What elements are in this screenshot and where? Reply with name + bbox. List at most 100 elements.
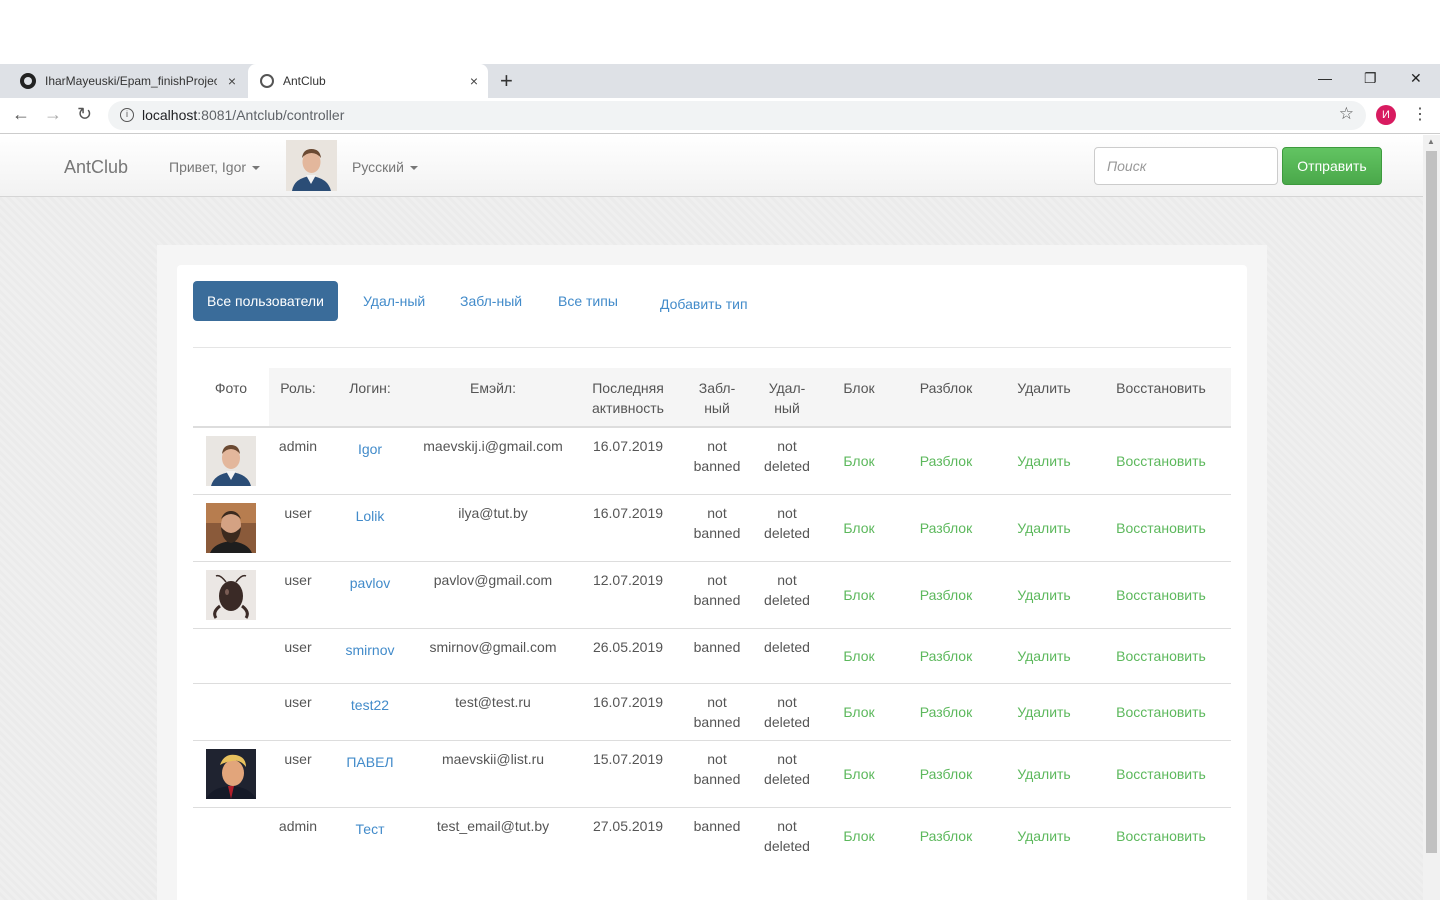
browser-tab-strip: IharMayeuski/Epam_finishProject × AntClu… xyxy=(0,64,1440,98)
login-link[interactable]: ПАВЕЛ xyxy=(327,740,413,808)
email-cell: ilya@tut.by xyxy=(413,494,573,562)
close-window-icon[interactable]: ✕ xyxy=(1410,70,1422,87)
role-cell: admin xyxy=(269,426,327,495)
tab-deleted[interactable]: Удал-ный xyxy=(363,281,425,321)
page-body: AntClub Привет, Igor Русский Отправить В… xyxy=(0,135,1423,900)
table-row: user Lolik ilya@tut.by 16.07.2019 not ba… xyxy=(193,494,1231,562)
search-input[interactable] xyxy=(1094,147,1278,185)
user-photo xyxy=(206,749,256,799)
deleted-status: not deleted xyxy=(751,807,823,865)
scrollbar-thumb[interactable] xyxy=(1426,151,1437,853)
url-field[interactable]: i localhost:8081/Antclub/controller ☆ xyxy=(108,101,1366,130)
restore-link[interactable]: Восстановить xyxy=(1091,628,1231,684)
block-link[interactable]: Блок xyxy=(823,807,895,865)
tab-all-types[interactable]: Все типы xyxy=(558,281,618,321)
block-link[interactable]: Блок xyxy=(823,561,895,629)
banned-status: banned xyxy=(683,628,751,684)
tab-add-type[interactable]: Добавить тип xyxy=(660,284,748,324)
restore-link[interactable]: Восстановить xyxy=(1091,683,1231,741)
browser-menu-icon[interactable]: ⋮ xyxy=(1412,104,1428,124)
tab-title: AntClub xyxy=(283,74,326,88)
deleted-status: not deleted xyxy=(751,740,823,808)
site-navbar: AntClub Привет, Igor Русский Отправить xyxy=(0,135,1423,197)
banned-status: not banned xyxy=(683,494,751,562)
login-link[interactable]: test22 xyxy=(327,683,413,741)
block-link[interactable]: Блок xyxy=(823,683,895,741)
restore-link[interactable]: Восстановить xyxy=(1091,426,1231,495)
login-link[interactable]: Igor xyxy=(327,426,413,495)
restore-link[interactable]: Восстановить xyxy=(1091,494,1231,562)
email-cell: maevskij.i@gmail.com xyxy=(413,426,573,495)
banned-status: not banned xyxy=(683,561,751,629)
block-link[interactable]: Блок xyxy=(823,628,895,684)
tab-blocked[interactable]: Забл-ный xyxy=(460,281,522,321)
forward-arrow-icon[interactable]: → xyxy=(44,104,62,125)
table-row: user test22 test@test.ru 16.07.2019 not … xyxy=(193,683,1231,741)
photo-cell xyxy=(193,740,269,808)
minimize-icon[interactable]: — xyxy=(1318,70,1332,86)
url-text: localhost:8081/Antclub/controller xyxy=(142,107,345,123)
unblock-link[interactable]: Разблок xyxy=(895,561,997,629)
language-dropdown[interactable]: Русский xyxy=(352,159,418,175)
restore-link[interactable]: Восстановить xyxy=(1091,740,1231,808)
header-blocked: Забл- ный xyxy=(683,368,751,428)
login-link[interactable]: smirnov xyxy=(327,628,413,684)
caret-down-icon xyxy=(409,166,418,171)
role-cell: user xyxy=(269,683,327,741)
reload-icon[interactable]: ↻ xyxy=(77,104,92,125)
remove-link[interactable]: Удалить xyxy=(997,683,1091,741)
unblock-link[interactable]: Разблок xyxy=(895,628,997,684)
unblock-link[interactable]: Разблок xyxy=(895,683,997,741)
restore-link[interactable]: Восстановить xyxy=(1091,561,1231,629)
scroll-up-icon[interactable]: ▲ xyxy=(1427,137,1435,146)
block-link[interactable]: Блок xyxy=(823,494,895,562)
restore-link[interactable]: Восстановить xyxy=(1091,807,1231,865)
unblock-link[interactable]: Разблок xyxy=(895,740,997,808)
back-arrow-icon[interactable]: ← xyxy=(12,104,30,125)
send-button[interactable]: Отправить xyxy=(1282,147,1382,185)
login-link[interactable]: pavlov xyxy=(327,561,413,629)
deleted-status: not deleted xyxy=(751,561,823,629)
header-photo: Фото xyxy=(193,368,269,428)
restore-icon[interactable]: ❐ xyxy=(1364,70,1377,87)
close-tab-icon[interactable]: × xyxy=(228,73,236,89)
github-icon xyxy=(20,73,36,89)
remove-link[interactable]: Удалить xyxy=(997,740,1091,808)
close-tab-icon[interactable]: × xyxy=(470,73,478,89)
user-avatar xyxy=(286,140,337,191)
unblock-link[interactable]: Разблок xyxy=(895,494,997,562)
header-deleted: Удал- ный xyxy=(751,368,823,428)
header-remove: Удалить xyxy=(997,368,1091,428)
divider xyxy=(193,347,1231,348)
login-link[interactable]: Тест xyxy=(327,807,413,865)
block-link[interactable]: Блок xyxy=(823,740,895,808)
unblock-link[interactable]: Разблок xyxy=(895,426,997,495)
header-restore: Восстановить xyxy=(1091,368,1231,428)
block-link[interactable]: Блок xyxy=(823,426,895,495)
header-block: Блок xyxy=(823,368,895,428)
header-unblock: Разблок xyxy=(895,368,997,428)
remove-link[interactable]: Удалить xyxy=(997,494,1091,562)
bookmark-star-icon[interactable]: ☆ xyxy=(1339,104,1354,124)
user-photo xyxy=(206,503,256,553)
remove-link[interactable]: Удалить xyxy=(997,426,1091,495)
remove-link[interactable]: Удалить xyxy=(997,807,1091,865)
profile-avatar[interactable]: И xyxy=(1376,105,1396,125)
remove-link[interactable]: Удалить xyxy=(997,628,1091,684)
photo-cell xyxy=(193,807,269,865)
date-cell: 15.07.2019 xyxy=(573,740,683,808)
browser-tab-github[interactable]: IharMayeuski/Epam_finishProject × xyxy=(8,64,246,98)
unblock-link[interactable]: Разблок xyxy=(895,807,997,865)
browser-tab-antclub[interactable]: AntClub × xyxy=(248,64,488,98)
vertical-scrollbar[interactable]: ▲ xyxy=(1423,135,1440,900)
remove-link[interactable]: Удалить xyxy=(997,561,1091,629)
login-link[interactable]: Lolik xyxy=(327,494,413,562)
new-tab-button[interactable]: + xyxy=(500,70,513,92)
user-menu-dropdown[interactable]: Привет, Igor xyxy=(169,159,261,175)
brand-link[interactable]: AntClub xyxy=(64,157,128,178)
role-cell: user xyxy=(269,494,327,562)
photo-cell xyxy=(193,561,269,629)
site-info-icon[interactable]: i xyxy=(120,108,134,122)
email-cell: smirnov@gmail.com xyxy=(413,628,573,684)
tab-all-users[interactable]: Все пользователи xyxy=(193,281,338,321)
